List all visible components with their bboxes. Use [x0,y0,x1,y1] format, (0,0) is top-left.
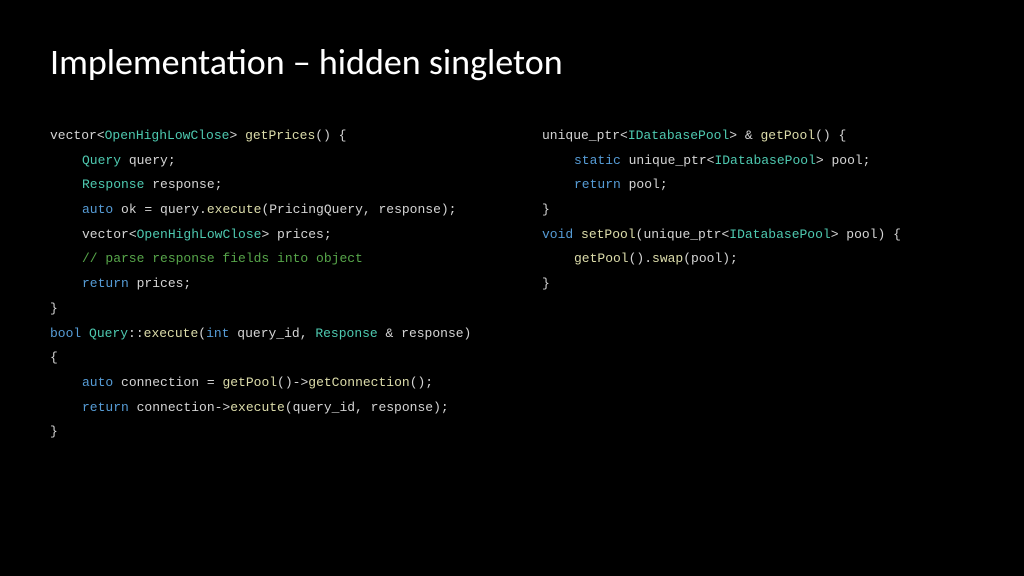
t: > [229,128,245,143]
t: auto [82,202,113,217]
t [573,227,581,242]
t: getPool [222,375,277,390]
t: IDatabasePool [714,153,815,168]
t: connection = [113,375,222,390]
t: ( [198,326,206,341]
t: vector [82,227,129,242]
t: } [542,202,550,217]
t: auto [82,375,113,390]
t: < [97,128,105,143]
t: getPool [760,128,815,143]
t: > pool; [816,153,871,168]
slide-title: Implementation – hidden singleton [50,40,974,84]
t: execute [230,400,285,415]
code-columns: vector<OpenHighLowClose> getPrices() { Q… [50,124,974,445]
t: connection-> [129,400,230,415]
t: return [574,177,621,192]
t: Query [89,326,128,341]
t: query_id, [229,326,315,341]
t: (); [410,375,433,390]
t [81,326,89,341]
t: setPool [581,227,636,242]
t: > prices; [261,227,331,242]
t: unique_ptr [629,153,707,168]
t: } [50,301,58,316]
t: () { [315,128,346,143]
t: } [50,424,58,439]
t: void [542,227,573,242]
t: getPool [574,251,629,266]
t: vector [50,128,97,143]
t: > & [729,128,760,143]
t: unique_ptr [643,227,721,242]
t: return [82,400,129,415]
t: execute [207,202,262,217]
t: > pool) { [831,227,901,242]
t: getPrices [245,128,315,143]
t: query; [121,153,176,168]
t: Query [82,153,121,168]
t: IDatabasePool [628,128,729,143]
t [621,153,629,168]
t: swap [652,251,683,266]
t: // parse response fields into object [82,251,363,266]
t: Response [82,177,144,192]
t: { [50,350,58,365]
t: (). [629,251,652,266]
t: Response [315,326,377,341]
t: (PricingQuery, response); [261,202,456,217]
t: < [129,227,137,242]
t: OpenHighLowClose [105,128,230,143]
code-right: unique_ptr<IDatabasePool> & getPool() { … [542,124,974,445]
t: getConnection [308,375,409,390]
t: (query_id, response); [285,400,449,415]
t: prices; [129,276,191,291]
t: response; [144,177,222,192]
t: bool [50,326,81,341]
t: static [574,153,621,168]
t: pool; [621,177,668,192]
t: < [620,128,628,143]
t: int [206,326,229,341]
t: ok = query. [113,202,207,217]
t: ()-> [277,375,308,390]
t: OpenHighLowClose [137,227,262,242]
t: unique_ptr [542,128,620,143]
t: execute [144,326,199,341]
t: () { [815,128,846,143]
t: :: [128,326,144,341]
t: IDatabasePool [729,227,830,242]
code-left: vector<OpenHighLowClose> getPrices() { Q… [50,124,482,445]
t: (pool); [683,251,738,266]
t: & response) [378,326,472,341]
t: } [542,276,550,291]
t: return [82,276,129,291]
